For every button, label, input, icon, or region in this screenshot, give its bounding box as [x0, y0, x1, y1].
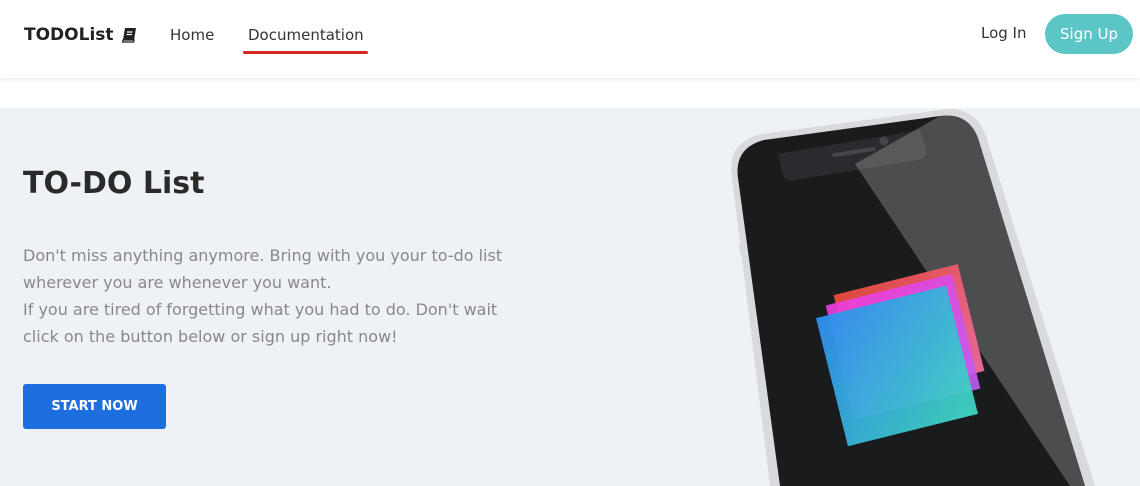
nav-home-link[interactable]: Home	[170, 24, 214, 46]
brand-link[interactable]: TODOList	[24, 24, 138, 46]
brand-name: TODOList	[24, 25, 114, 45]
login-link[interactable]: Log In	[981, 22, 1027, 44]
book-icon	[121, 28, 136, 43]
hero-paragraph-1: Don't miss anything anymore. Bring with …	[23, 246, 503, 292]
navbar: TODOList Home Documentation Log In Sign …	[0, 0, 1140, 78]
hero-description: Don't miss anything anymore. Bring with …	[23, 242, 523, 350]
signup-button[interactable]: Sign Up	[1045, 14, 1133, 54]
hero-title: TO-DO List	[23, 166, 205, 201]
hero-section: TO-DO List Don't miss anything anymore. …	[0, 108, 1140, 486]
active-link-underline	[243, 51, 368, 54]
phone-illustration	[731, 109, 1095, 486]
nav-documentation-link[interactable]: Documentation	[248, 24, 364, 46]
hero-paragraph-2: If you are tired of forgetting what you …	[23, 300, 498, 346]
start-now-button[interactable]: START NOW	[23, 384, 166, 429]
